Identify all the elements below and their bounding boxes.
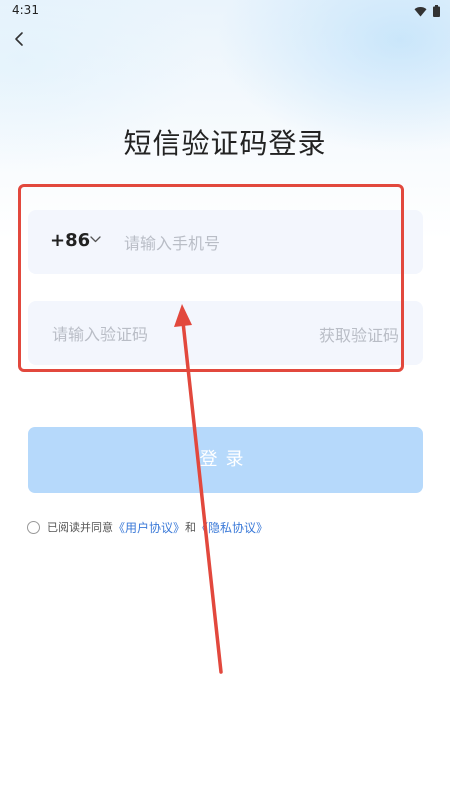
- agreement-prefix: 已阅读并同意: [47, 521, 113, 534]
- status-icons: [414, 4, 440, 18]
- status-bar: 4:31: [0, 0, 450, 22]
- privacy-policy-link[interactable]: 《隐私协议》: [196, 519, 268, 536]
- chevron-left-icon: [15, 32, 23, 46]
- battery-icon: [433, 5, 440, 17]
- agreement-conjunction: 和: [185, 521, 197, 534]
- back-button[interactable]: [8, 28, 30, 50]
- agreement-row: 已阅读并同意 《用户协议》 和 《隐私协议》: [27, 519, 268, 535]
- login-screen: 4:31 短信验证码登录 +86 获取验证码 登录 已阅读并同意: [0, 0, 450, 800]
- agree-checkbox[interactable]: [27, 520, 40, 534]
- wifi-icon: [414, 6, 427, 16]
- page-title: 短信验证码登录: [123, 127, 327, 160]
- login-button[interactable]: 登录: [28, 427, 423, 493]
- status-time: 4:31: [12, 3, 39, 17]
- annotation-highlight-box: [18, 184, 404, 372]
- user-agreement-link[interactable]: 《用户协议》: [113, 519, 185, 536]
